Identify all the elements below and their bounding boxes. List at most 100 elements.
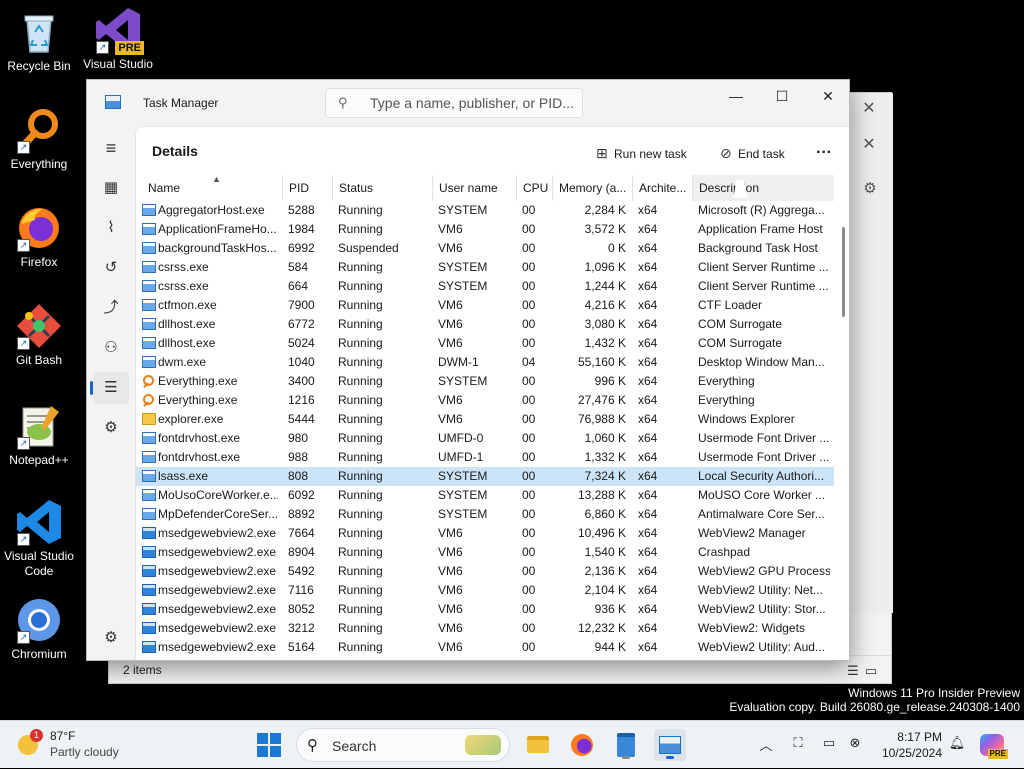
table-row[interactable]: MpDefenderCoreSer... 8892 Running SYSTEM 00 6… <box>136 505 834 524</box>
search-input[interactable] <box>370 94 575 112</box>
notepad-taskbar-button[interactable] <box>610 729 642 761</box>
process-architecture: x64 <box>638 564 658 578</box>
table-row[interactable]: fontdrvhost.exe 988 Running UMFD-1 00 1,332 K… <box>136 448 834 467</box>
process-description: Usermode Font Driver ... <box>698 450 830 464</box>
process-pid: 7116 <box>288 583 314 597</box>
column-header-name[interactable]: ▲ Name <box>142 175 280 201</box>
table-row[interactable]: fontdrvhost.exe 980 Running UMFD-0 00 1,060 K… <box>136 429 834 448</box>
column-header-architecture[interactable]: Archite... <box>632 175 690 201</box>
close-icon[interactable]: ✕ <box>859 135 879 155</box>
search-icon: ⚲ <box>338 95 348 110</box>
volume-muted-icon[interactable]: ⊗ <box>844 735 866 751</box>
performance-icon[interactable]: ⌇ <box>93 212 129 244</box>
firefox-taskbar-button[interactable] <box>566 729 598 761</box>
taskbar-search-box[interactable]: ⚲ Search <box>296 728 510 762</box>
app-history-icon[interactable]: ↺ <box>93 252 129 284</box>
process-edge-icon <box>142 546 156 558</box>
show-hidden-icons-chevron-icon[interactable]: ︿ <box>755 735 777 754</box>
end-task-button[interactable]: ⊘ End task <box>720 139 785 167</box>
copilot-button[interactable]: PRE <box>976 729 1008 761</box>
processes-icon[interactable]: ▦ <box>93 172 129 204</box>
column-header-status[interactable]: Status <box>332 175 430 201</box>
start-button[interactable] <box>257 733 281 757</box>
process-status: Running <box>338 545 383 559</box>
startup-apps-icon[interactable]: ⤴ <box>93 292 129 324</box>
users-icon[interactable]: ⚇ <box>93 332 129 364</box>
desktop-icon-chromium[interactable]: ↗ Chromium <box>0 596 78 662</box>
task-manager-taskbar-button[interactable] <box>654 729 686 761</box>
process-pid: 8052 <box>288 602 315 616</box>
close-icon[interactable]: ✕ <box>859 99 879 119</box>
table-row[interactable]: backgroundTaskHos... 6992 Suspended VM6 00 0 … <box>136 239 834 258</box>
run-new-task-button[interactable]: ⊞ Run new task <box>596 139 687 167</box>
process-cpu: 00 <box>522 640 536 654</box>
table-row[interactable]: dllhost.exe 6772 Running VM6 00 3,080 K x64 COM… <box>136 315 834 334</box>
table-row[interactable]: Everything.exe 3400 Running SYSTEM 00 996 K x6… <box>136 372 834 391</box>
weather-temperature: 87°F <box>50 729 76 743</box>
desktop-icon-recycle-bin[interactable]: Recycle Bin <box>0 8 78 74</box>
clock[interactable]: 8:17 PM 10/25/2024 <box>872 729 942 761</box>
process-architecture: x64 <box>638 488 658 502</box>
process-memory: 3,572 K <box>584 222 626 236</box>
process-pid: 1040 <box>288 355 315 369</box>
table-row[interactable]: msedgewebview2.exe 3212 Running VM6 00 12,232… <box>136 619 834 638</box>
process-architecture: x64 <box>638 260 658 274</box>
network-icon[interactable]: ⛶ <box>787 735 809 751</box>
process-search-icon <box>142 394 156 406</box>
services-icon[interactable]: ⚙ <box>93 412 129 444</box>
desktop-icon-notepad-plus-plus[interactable]: ↗ Notepad++ <box>0 402 78 468</box>
file-explorer-taskbar-button[interactable] <box>522 729 554 761</box>
process-user-name: UMFD-1 <box>438 450 484 464</box>
table-row[interactable]: Everything.exe 1216 Running VM6 00 27,476 K x6… <box>136 391 834 410</box>
table-row[interactable]: dllhost.exe 5024 Running VM6 00 1,432 K x64 COM… <box>136 334 834 353</box>
display-icon[interactable]: ▭ <box>818 735 840 751</box>
table-row[interactable]: csrss.exe 584 Running SYSTEM 00 1,096 K x64 Cli… <box>136 258 834 277</box>
maximize-button[interactable]: ☐ <box>759 82 805 110</box>
column-header-cpu[interactable]: CPU <box>516 175 552 201</box>
notification-bell-icon[interactable]: 🔔︎ <box>946 735 968 751</box>
more-options-button[interactable]: ··· <box>816 139 832 167</box>
process-memory: 1,540 K <box>584 545 626 559</box>
close-button[interactable]: ✕ <box>805 82 849 110</box>
title-bar[interactable]: Task Manager ⚲ — ☐ ✕ <box>87 80 849 126</box>
table-row[interactable]: msedgewebview2.exe 5492 Running VM6 00 2,136 … <box>136 562 834 581</box>
table-row[interactable]: MoUsoCoreWorker.e... 6092 Running SYSTEM 00 1… <box>136 486 834 505</box>
column-header-user-name[interactable]: User name <box>432 175 510 201</box>
column-header-pid[interactable]: PID <box>282 175 330 201</box>
table-row[interactable]: msedgewebview2.exe 7664 Running VM6 00 10,496… <box>136 524 834 543</box>
table-row[interactable]: dwm.exe 1040 Running DWM-1 04 55,160 K x64 Desk… <box>136 353 834 372</box>
column-header-description[interactable]: Description <box>692 175 834 201</box>
vertical-scrollbar[interactable] <box>842 227 845 317</box>
column-header-memory[interactable]: Memory (a... <box>552 175 630 201</box>
table-row[interactable]: lsass.exe 808 Running SYSTEM 00 7,324 K x64 Loc… <box>136 467 834 486</box>
process-memory: 2,284 K <box>584 203 626 217</box>
desktop-icon-everything[interactable]: ↗ Everything <box>0 106 78 172</box>
view-toggle-icons[interactable]: ☰▭ <box>847 663 883 679</box>
gear-icon[interactable]: ⚙ <box>860 179 880 199</box>
weather-widget[interactable]: 1 87°F Partly cloudy <box>14 727 134 763</box>
table-row[interactable]: explorer.exe 5444 Running VM6 00 76,988 K x64 W… <box>136 410 834 429</box>
table-row[interactable]: csrss.exe 664 Running SYSTEM 00 1,244 K x64 Cli… <box>136 277 834 296</box>
search-box[interactable]: ⚲ <box>325 88 583 118</box>
desktop-icon-firefox[interactable]: ↗ Firefox <box>0 204 78 270</box>
minimize-button[interactable]: — <box>713 82 759 110</box>
desktop-icon-vscode[interactable]: ↗ Visual Studio Code <box>0 498 78 579</box>
table-row[interactable]: ctfmon.exe 7900 Running VM6 00 4,216 K x64 CTF … <box>136 296 834 315</box>
desktop-icon-visual-studio[interactable]: ↗ PRE Visual Studio 2022 Preview <box>78 6 158 73</box>
table-row[interactable]: msedgewebview2.exe 5164 Running VM6 00 944 K x… <box>136 638 834 657</box>
process-description: MoUSO Core Worker ... <box>698 488 826 502</box>
table-row[interactable]: msedgewebview2.exe 8052 Running VM6 00 936 K x… <box>136 600 834 619</box>
desktop-icon-git-bash[interactable]: ↗ Git Bash <box>0 302 78 368</box>
table-row[interactable]: msedgewebview2.exe 7116 Running VM6 00 2,104 … <box>136 581 834 600</box>
hamburger-menu-icon[interactable]: ≡ <box>93 132 129 164</box>
process-search-icon <box>142 375 156 387</box>
task-manager-window[interactable]: Task Manager ⚲ — ☐ ✕ ≡ ▦ ⌇ ↺ ⤴ ⚇ ☰ ⚙ ⚙ D… <box>86 79 850 661</box>
table-row[interactable]: ApplicationFrameHo... 1984 Running VM6 00 3,5… <box>136 220 834 239</box>
settings-gear-icon[interactable]: ⚙ <box>93 622 129 654</box>
process-name: msedgewebview2.exe <box>158 621 277 635</box>
git-bash-icon: ↗ <box>15 302 63 350</box>
table-row[interactable]: msedgewebview2.exe 8904 Running VM6 00 1,540 … <box>136 543 834 562</box>
details-icon[interactable]: ☰ <box>90 372 129 404</box>
table-row[interactable]: AggregatorHost.exe 5288 Running SYSTEM 00 2,2… <box>136 201 834 220</box>
process-user-name: VM6 <box>438 564 463 578</box>
